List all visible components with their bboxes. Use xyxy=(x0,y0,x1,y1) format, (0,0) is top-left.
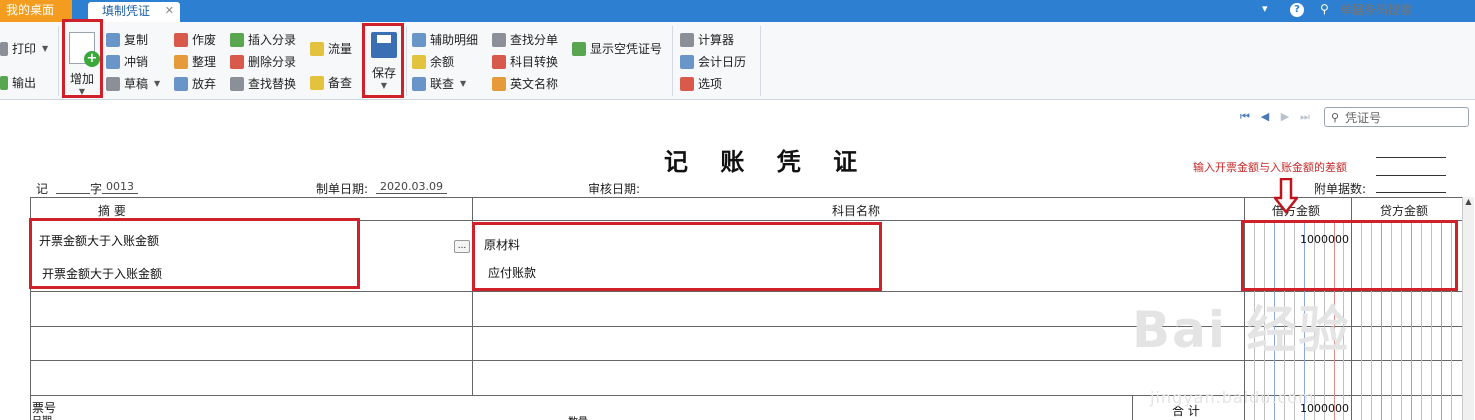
insert-entry-button[interactable]: 插入分录 xyxy=(230,31,296,48)
calendar-icon xyxy=(680,54,694,69)
delete-icon xyxy=(230,54,244,69)
find-replace-button[interactable]: 查找替换 xyxy=(230,75,296,92)
col-account-header: 科目名称 xyxy=(832,204,881,218)
copy-button[interactable]: 复制 xyxy=(106,31,148,48)
audit-date-label: 审核日期: xyxy=(588,182,641,196)
voucher-type-label: 记 xyxy=(36,182,49,196)
export-button[interactable]: 输出 xyxy=(0,74,36,91)
date-field[interactable]: 2020.03.09 xyxy=(376,180,447,194)
voucher-num-label: 字 xyxy=(90,182,103,196)
toolbar-divider xyxy=(58,26,59,96)
print-button[interactable]: 打印 ▼ xyxy=(0,40,48,57)
flow-icon xyxy=(310,41,324,56)
help-icon[interactable]: ? xyxy=(1290,3,1304,17)
reverse-icon xyxy=(106,54,120,69)
chevron-down-icon: ▼ xyxy=(460,79,467,88)
grid-scrollbar[interactable]: ▲ xyxy=(1462,197,1474,420)
calculator-button[interactable]: 计算器 xyxy=(680,31,734,48)
header-rule xyxy=(1376,192,1446,193)
find-entry-button[interactable]: 查找分单 xyxy=(492,31,558,48)
highlight-account-cells xyxy=(472,222,882,291)
prev-record-icon[interactable]: ◀ xyxy=(1258,110,1272,124)
baidu-watermark: Bai 经验 jingyan.baidu.com xyxy=(1132,301,1351,407)
col-credit-header: 贷方金额 xyxy=(1380,204,1429,218)
title-bar: 我的桌面 填制凭证 ✕ ▾ ? ⚲ xyxy=(0,0,1475,22)
tidy-button[interactable]: 整理 xyxy=(174,53,216,70)
export-icon xyxy=(0,75,8,90)
find-entry-icon xyxy=(492,32,506,47)
close-icon[interactable]: ✕ xyxy=(165,2,174,20)
void-button[interactable]: 作废 xyxy=(174,31,216,48)
convert-icon xyxy=(492,54,506,69)
discard-icon xyxy=(174,76,188,91)
voucher-num-field[interactable]: 0013 xyxy=(102,180,138,194)
barcode-search-input[interactable] xyxy=(1336,1,1475,19)
aux-detail-button[interactable]: 辅助明细 xyxy=(412,31,478,48)
highlight-save-button xyxy=(362,23,404,98)
highlight-add-button xyxy=(62,19,103,98)
copy-icon xyxy=(106,32,120,47)
last-record-icon[interactable]: ⏭ xyxy=(1298,110,1312,124)
toolbar: 打印 ▼ 输出 + 增加 ▼ 复制 冲销 草稿 ▼ 作废 整理 放弃 插入分录 删除… xyxy=(0,22,1475,100)
voucher-type-field[interactable] xyxy=(56,180,90,194)
remark-icon xyxy=(310,75,324,90)
col-summary-header: 摘 要 xyxy=(98,204,126,218)
link-query-icon xyxy=(412,76,426,91)
chevron-down-icon: ▼ xyxy=(154,79,161,88)
quantity-label: 数量 xyxy=(568,413,588,420)
highlight-summary-cells xyxy=(29,218,360,289)
calculator-icon xyxy=(680,32,694,47)
account-convert-button[interactable]: 科目转换 xyxy=(492,53,558,70)
first-record-icon[interactable]: ⏮ xyxy=(1238,110,1252,124)
aux-detail-icon xyxy=(412,32,426,47)
toolbar-divider xyxy=(672,26,673,96)
void-icon xyxy=(174,32,188,47)
next-record-icon[interactable]: ▶ xyxy=(1278,110,1292,124)
tab-label: 填制凭证 xyxy=(102,4,151,18)
link-query-button[interactable]: 联查 ▼ xyxy=(412,75,466,92)
search-icon[interactable]: ⚲ xyxy=(1320,2,1329,16)
search-icon: ⚲ xyxy=(1331,110,1340,124)
find-replace-icon xyxy=(230,76,244,91)
tidy-icon xyxy=(174,54,188,69)
english-icon xyxy=(492,76,506,91)
record-navigator: ⏮ ◀ ▶ ⏭ xyxy=(1238,110,1312,124)
draft-button[interactable]: 草稿 ▼ xyxy=(106,75,160,92)
highlight-amount-cells xyxy=(1241,220,1458,291)
flow-button[interactable]: 流量 xyxy=(310,40,352,57)
show-vacant-button[interactable]: 显示空凭证号 xyxy=(572,40,662,57)
english-name-button[interactable]: 英文名称 xyxy=(492,75,558,92)
balance-button[interactable]: 余额 xyxy=(412,53,454,70)
options-button[interactable]: 选项 xyxy=(680,75,722,92)
toolbar-divider xyxy=(760,26,761,96)
delete-entry-button[interactable]: 删除分录 xyxy=(230,53,296,70)
calendar-button[interactable]: 会计日历 xyxy=(680,53,746,70)
scroll-up-icon[interactable]: ▲ xyxy=(1463,197,1474,206)
down-arrow-icon xyxy=(1274,178,1298,214)
difference-hint: 输入开票金额与入账金额的差额 xyxy=(1193,161,1347,174)
printer-icon xyxy=(0,41,8,56)
insert-icon xyxy=(230,32,244,47)
draft-icon xyxy=(106,76,120,91)
show-vacant-icon xyxy=(572,41,586,56)
voucher-title: 记 账 凭 证 xyxy=(664,147,870,176)
more-button[interactable]: ... xyxy=(454,240,470,253)
voucher-search-input[interactable]: ⚲ 凭证号 xyxy=(1324,107,1469,127)
attachments-label: 附单据数: xyxy=(1314,182,1367,196)
date-label: 制单日期: xyxy=(316,182,369,196)
remark-button[interactable]: 备查 xyxy=(310,74,352,91)
date-footer-label: 日期 xyxy=(32,412,52,420)
coins-icon xyxy=(412,54,426,69)
reverse-button[interactable]: 冲销 xyxy=(106,53,148,70)
discard-button[interactable]: 放弃 xyxy=(174,75,216,92)
options-icon xyxy=(680,76,694,91)
toolbar-divider xyxy=(406,26,407,96)
header-rule xyxy=(1376,175,1446,176)
chevron-down-icon: ▼ xyxy=(42,44,49,53)
dropdown-icon[interactable]: ▾ xyxy=(1262,2,1268,15)
header-rule xyxy=(1376,157,1446,158)
